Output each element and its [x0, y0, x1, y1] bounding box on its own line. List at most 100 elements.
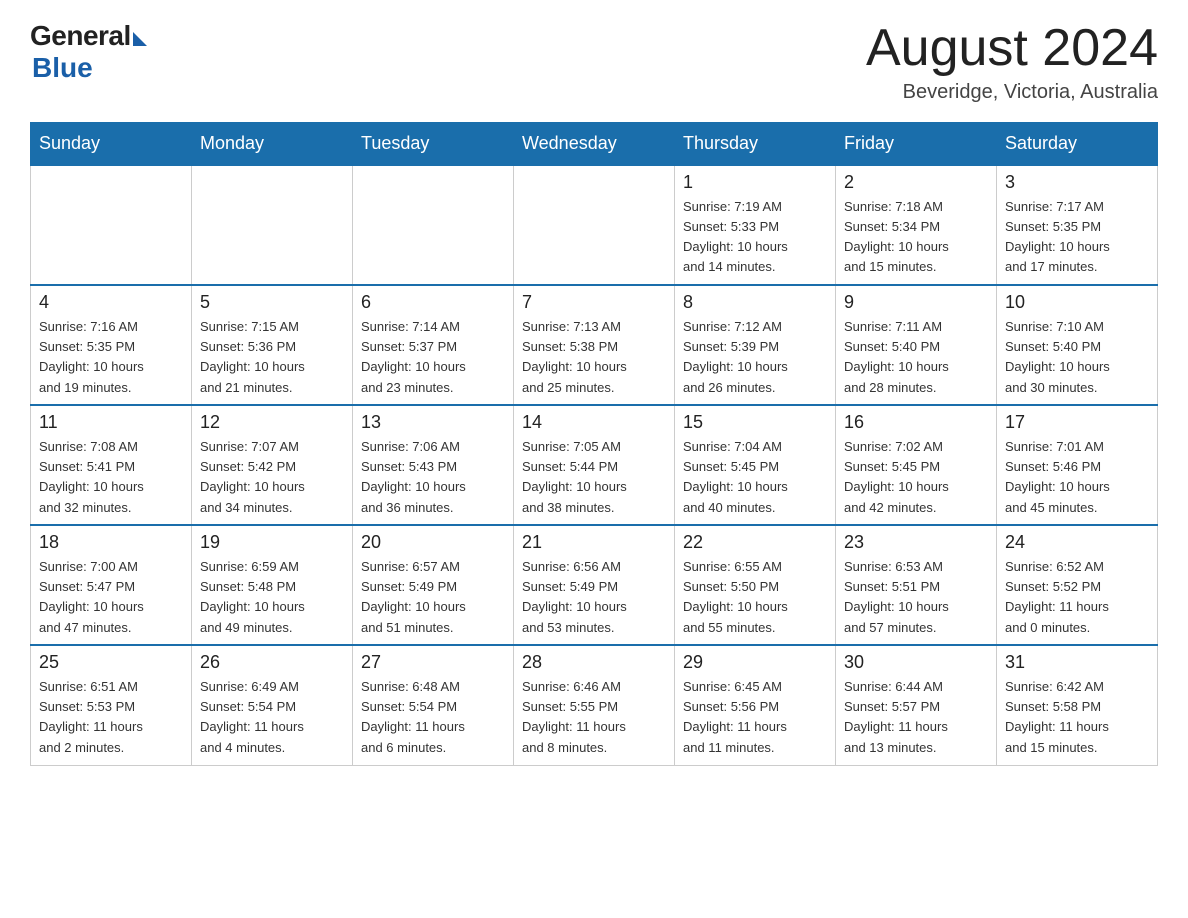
page-header: General Blue August 2024 Beveridge, Vict… — [30, 20, 1158, 104]
day-info: Sunrise: 6:59 AMSunset: 5:48 PMDaylight:… — [200, 557, 344, 638]
calendar-row-4: 18 Sunrise: 7:00 AMSunset: 5:47 PMDayligh… — [31, 525, 1158, 645]
month-title: August 2024 — [866, 20, 1158, 77]
calendar-cell: 14Sunrise: 7:05 AMSunset: 5:44 PMDayligh… — [514, 405, 675, 525]
day-info: Sunrise: 6:52 AMSunset: 5:52 PMDaylight:… — [1005, 557, 1149, 638]
calendar-cell: 19 Sunrise: 6:59 AMSunset: 5:48 PMDayligh… — [192, 525, 353, 645]
logo-blue-text: Blue — [32, 52, 93, 84]
day-info: Sunrise: 6:48 AMSunset: 5:54 PMDaylight:… — [361, 677, 505, 758]
day-number: 12 — [200, 412, 344, 433]
calendar-cell: 27Sunrise: 6:48 AMSunset: 5:54 PMDayligh… — [353, 645, 514, 765]
calendar-cell: 30Sunrise: 6:44 AMSunset: 5:57 PMDayligh… — [836, 645, 997, 765]
day-number: 9 — [844, 292, 988, 313]
day-info: Sunrise: 6:56 AMSunset: 5:49 PMDaylight:… — [522, 557, 666, 638]
day-number: 31 — [1005, 652, 1149, 673]
day-info: Sunrise: 6:44 AMSunset: 5:57 PMDaylight:… — [844, 677, 988, 758]
day-number: 5 — [200, 292, 344, 313]
day-number: 18 — [39, 532, 183, 553]
day-info: Sunrise: 7:00 AMSunset: 5:47 PMDaylight:… — [39, 557, 183, 638]
calendar-row-3: 11 Sunrise: 7:08 AMSunset: 5:41 PMDayligh… — [31, 405, 1158, 525]
calendar-cell: 6 Sunrise: 7:14 AMSunset: 5:37 PMDaylight… — [353, 285, 514, 405]
day-info: Sunrise: 6:42 AMSunset: 5:58 PMDaylight:… — [1005, 677, 1149, 758]
calendar-cell: 21Sunrise: 6:56 AMSunset: 5:49 PMDayligh… — [514, 525, 675, 645]
day-number: 6 — [361, 292, 505, 313]
calendar-cell — [514, 165, 675, 285]
day-info: Sunrise: 7:12 AMSunset: 5:39 PMDaylight:… — [683, 317, 827, 398]
day-number: 7 — [522, 292, 666, 313]
day-number: 13 — [361, 412, 505, 433]
calendar-cell: 26Sunrise: 6:49 AMSunset: 5:54 PMDayligh… — [192, 645, 353, 765]
calendar-cell: 29Sunrise: 6:45 AMSunset: 5:56 PMDayligh… — [675, 645, 836, 765]
calendar-cell: 8 Sunrise: 7:12 AMSunset: 5:39 PMDaylight… — [675, 285, 836, 405]
col-header-tuesday: Tuesday — [353, 123, 514, 166]
calendar-cell: 17 Sunrise: 7:01 AMSunset: 5:46 PMDayligh… — [997, 405, 1158, 525]
calendar-cell — [353, 165, 514, 285]
calendar-cell: 31 Sunrise: 6:42 AMSunset: 5:58 PMDayligh… — [997, 645, 1158, 765]
calendar-cell: 4Sunrise: 7:16 AMSunset: 5:35 PMDaylight… — [31, 285, 192, 405]
day-info: Sunrise: 7:19 AMSunset: 5:33 PMDaylight:… — [683, 197, 827, 278]
title-block: August 2024 Beveridge, Victoria, Austral… — [866, 20, 1158, 104]
day-info: Sunrise: 7:02 AMSunset: 5:45 PMDaylight:… — [844, 437, 988, 518]
day-info: Sunrise: 7:14 AMSunset: 5:37 PMDaylight:… — [361, 317, 505, 398]
calendar-cell: 1Sunrise: 7:19 AMSunset: 5:33 PMDaylight… — [675, 165, 836, 285]
day-info: Sunrise: 7:07 AMSunset: 5:42 PMDaylight:… — [200, 437, 344, 518]
logo-general-text: General — [30, 20, 131, 52]
day-info: Sunrise: 7:06 AMSunset: 5:43 PMDaylight:… — [361, 437, 505, 518]
col-header-monday: Monday — [192, 123, 353, 166]
calendar-cell: 18 Sunrise: 7:00 AMSunset: 5:47 PMDayligh… — [31, 525, 192, 645]
day-number: 16 — [844, 412, 988, 433]
col-header-thursday: Thursday — [675, 123, 836, 166]
location-text: Beveridge, Victoria, Australia — [866, 81, 1158, 104]
day-number: 2 — [844, 172, 988, 193]
calendar-cell: 9 Sunrise: 7:11 AMSunset: 5:40 PMDaylight… — [836, 285, 997, 405]
day-number: 29 — [683, 652, 827, 673]
day-info: Sunrise: 7:10 AMSunset: 5:40 PMDaylight:… — [1005, 317, 1149, 398]
day-info: Sunrise: 7:08 AMSunset: 5:41 PMDaylight:… — [39, 437, 183, 518]
day-info: Sunrise: 7:16 AMSunset: 5:35 PMDaylight:… — [39, 317, 183, 398]
day-info: Sunrise: 7:11 AMSunset: 5:40 PMDaylight:… — [844, 317, 988, 398]
calendar-cell: 3Sunrise: 7:17 AMSunset: 5:35 PMDaylight… — [997, 165, 1158, 285]
col-header-sunday: Sunday — [31, 123, 192, 166]
col-header-saturday: Saturday — [997, 123, 1158, 166]
calendar-header-row: SundayMondayTuesdayWednesdayThursdayFrid… — [31, 123, 1158, 166]
calendar-cell: 23Sunrise: 6:53 AMSunset: 5:51 PMDayligh… — [836, 525, 997, 645]
day-info: Sunrise: 6:57 AMSunset: 5:49 PMDaylight:… — [361, 557, 505, 638]
calendar-table: SundayMondayTuesdayWednesdayThursdayFrid… — [30, 122, 1158, 766]
day-info: Sunrise: 7:13 AMSunset: 5:38 PMDaylight:… — [522, 317, 666, 398]
col-header-friday: Friday — [836, 123, 997, 166]
day-number: 25 — [39, 652, 183, 673]
calendar-row-2: 4Sunrise: 7:16 AMSunset: 5:35 PMDaylight… — [31, 285, 1158, 405]
logo-arrow-icon — [133, 32, 147, 46]
day-number: 8 — [683, 292, 827, 313]
calendar-cell: 7 Sunrise: 7:13 AMSunset: 5:38 PMDaylight… — [514, 285, 675, 405]
calendar-cell: 12 Sunrise: 7:07 AMSunset: 5:42 PMDayligh… — [192, 405, 353, 525]
calendar-cell: 22 Sunrise: 6:55 AMSunset: 5:50 PMDayligh… — [675, 525, 836, 645]
day-number: 19 — [200, 532, 344, 553]
calendar-cell: 28 Sunrise: 6:46 AMSunset: 5:55 PMDayligh… — [514, 645, 675, 765]
day-number: 20 — [361, 532, 505, 553]
calendar-cell: 10 Sunrise: 7:10 AMSunset: 5:40 PMDayligh… — [997, 285, 1158, 405]
calendar-cell — [31, 165, 192, 285]
day-info: Sunrise: 6:55 AMSunset: 5:50 PMDaylight:… — [683, 557, 827, 638]
calendar-cell: 24 Sunrise: 6:52 AMSunset: 5:52 PMDayligh… — [997, 525, 1158, 645]
day-number: 28 — [522, 652, 666, 673]
day-number: 17 — [1005, 412, 1149, 433]
calendar-cell: 25 Sunrise: 6:51 AMSunset: 5:53 PMDayligh… — [31, 645, 192, 765]
day-number: 23 — [844, 532, 988, 553]
day-info: Sunrise: 6:51 AMSunset: 5:53 PMDaylight:… — [39, 677, 183, 758]
day-info: Sunrise: 7:01 AMSunset: 5:46 PMDaylight:… — [1005, 437, 1149, 518]
calendar-cell — [192, 165, 353, 285]
calendar-row-1: 1Sunrise: 7:19 AMSunset: 5:33 PMDaylight… — [31, 165, 1158, 285]
day-info: Sunrise: 7:15 AMSunset: 5:36 PMDaylight:… — [200, 317, 344, 398]
calendar-cell: 5 Sunrise: 7:15 AMSunset: 5:36 PMDaylight… — [192, 285, 353, 405]
day-number: 10 — [1005, 292, 1149, 313]
calendar-cell: 13 Sunrise: 7:06 AMSunset: 5:43 PMDayligh… — [353, 405, 514, 525]
day-number: 11 — [39, 412, 183, 433]
day-number: 14 — [522, 412, 666, 433]
calendar-cell: 15Sunrise: 7:04 AMSunset: 5:45 PMDayligh… — [675, 405, 836, 525]
day-number: 22 — [683, 532, 827, 553]
day-number: 26 — [200, 652, 344, 673]
calendar-row-5: 25 Sunrise: 6:51 AMSunset: 5:53 PMDayligh… — [31, 645, 1158, 765]
day-number: 24 — [1005, 532, 1149, 553]
day-info: Sunrise: 6:46 AMSunset: 5:55 PMDaylight:… — [522, 677, 666, 758]
calendar-cell: 20 Sunrise: 6:57 AMSunset: 5:49 PMDayligh… — [353, 525, 514, 645]
